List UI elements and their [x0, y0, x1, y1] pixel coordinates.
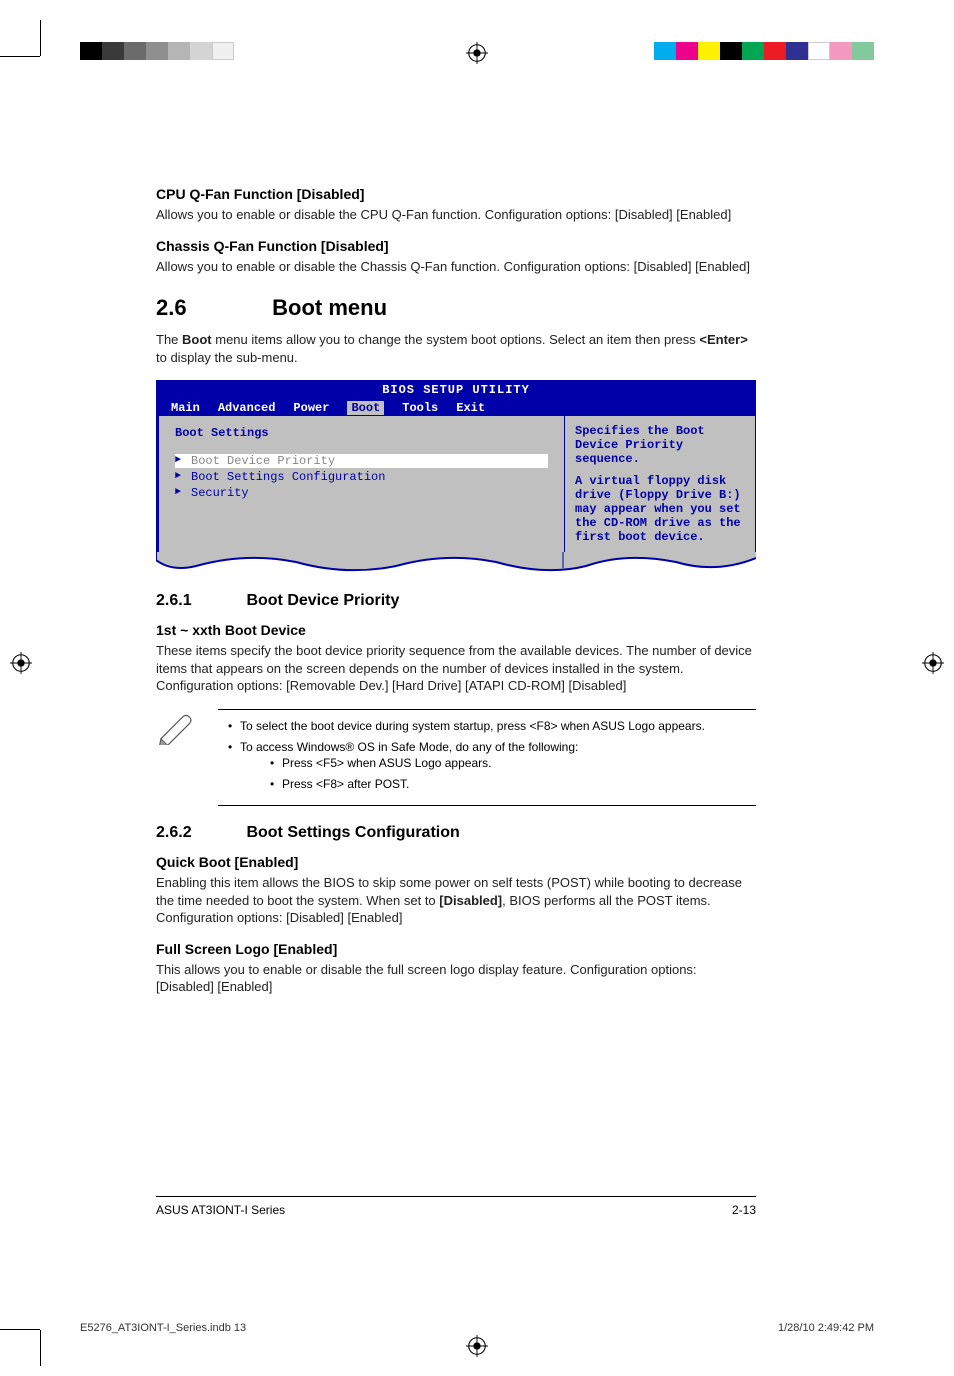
- subsection-title: Boot Device Priority: [246, 592, 399, 609]
- body-cpu-qfan: Allows you to enable or disable the CPU …: [156, 206, 756, 224]
- bios-menu-advanced[interactable]: Advanced: [218, 401, 276, 415]
- grayscale-strip: [80, 42, 234, 60]
- bios-menu-bar: Main Advanced Power Boot Tools Exit: [156, 400, 756, 416]
- registration-mark-icon: [10, 652, 32, 679]
- torn-edge-icon: [156, 552, 756, 574]
- print-marks-top: [0, 20, 954, 50]
- bios-item-boot-device-priority[interactable]: Boot Device Priority: [175, 454, 548, 468]
- bios-left-pane: Boot Settings Boot Device Priority Boot …: [159, 416, 565, 552]
- body-chassis-qfan: Allows you to enable or disable the Chas…: [156, 258, 756, 276]
- heading-quick-boot: Quick Boot [Enabled]: [156, 854, 756, 870]
- registration-mark-icon: [466, 42, 488, 69]
- note-item-1: To select the boot device during system …: [228, 718, 756, 735]
- body-boot-menu-intro: The Boot menu items allow you to change …: [156, 331, 756, 366]
- heading-boot-menu: 2.6 Boot menu: [156, 295, 756, 321]
- section-number: 2.6: [156, 295, 266, 321]
- heading-1st-xxth: 1st ~ xxth Boot Device: [156, 622, 756, 638]
- bios-help-pane: Specifies the Boot Device Priority seque…: [565, 416, 755, 552]
- bios-screenshot: BIOS SETUP UTILITY Main Advanced Power B…: [156, 380, 756, 574]
- body-boot-priority: These items specify the boot device prio…: [156, 642, 756, 695]
- registration-mark-icon: [922, 652, 944, 679]
- heading-full-screen-logo: Full Screen Logo [Enabled]: [156, 941, 756, 957]
- heading-cpu-qfan: CPU Q-Fan Function [Disabled]: [156, 186, 756, 202]
- bios-menu-power[interactable]: Power: [293, 401, 329, 415]
- heading-boot-settings-config: 2.6.2 Boot Settings Configuration: [156, 824, 756, 842]
- note-pen-icon: [156, 709, 196, 750]
- bios-pane-heading: Boot Settings: [175, 426, 548, 440]
- subsection-number: 2.6.1: [156, 592, 242, 610]
- bios-help-text-2: A virtual floppy disk drive (Floppy Driv…: [575, 474, 745, 544]
- heading-chassis-qfan: Chassis Q-Fan Function [Disabled]: [156, 238, 756, 254]
- bios-title: BIOS SETUP UTILITY: [156, 380, 756, 400]
- note-block: To select the boot device during system …: [156, 709, 756, 806]
- bios-menu-boot[interactable]: Boot: [347, 401, 384, 415]
- section-title: Boot menu: [272, 295, 387, 320]
- body-quick-boot: Enabling this item allows the BIOS to sk…: [156, 874, 756, 927]
- note-item-2: To access Windows® OS in Safe Mode, do a…: [228, 739, 756, 793]
- subsection-title: Boot Settings Configuration: [246, 824, 459, 841]
- bios-help-text-1: Specifies the Boot Device Priority seque…: [575, 424, 745, 466]
- registration-mark-icon: [466, 1335, 488, 1362]
- note-item-2b: Press <F8> after POST.: [270, 776, 756, 793]
- page-footer: ASUS AT3IONT-I Series 2-13: [156, 1196, 756, 1217]
- heading-boot-device-priority: 2.6.1 Boot Device Priority: [156, 592, 756, 610]
- note-item-2a: Press <F5> when ASUS Logo appears.: [270, 755, 756, 772]
- imposition-timestamp: 1/28/10 2:49:42 PM: [778, 1322, 874, 1334]
- body-full-screen-logo: This allows you to enable or disable the…: [156, 961, 756, 996]
- bios-item-security[interactable]: Security: [175, 486, 548, 500]
- footer-product: ASUS AT3IONT-I Series: [156, 1203, 285, 1217]
- bios-item-boot-settings-config[interactable]: Boot Settings Configuration: [175, 470, 548, 484]
- color-strip: [654, 42, 874, 60]
- bios-menu-tools[interactable]: Tools: [402, 401, 438, 415]
- subsection-number: 2.6.2: [156, 824, 242, 842]
- bios-menu-main[interactable]: Main: [171, 401, 200, 415]
- document-body: CPU Q-Fan Function [Disabled] Allows you…: [156, 180, 756, 1010]
- bios-menu-exit[interactable]: Exit: [456, 401, 485, 415]
- print-marks-bottom: E5276_AT3IONT-I_Series.indb 13 1/28/10 2…: [0, 1326, 954, 1366]
- note-content: To select the boot device during system …: [218, 709, 756, 806]
- footer-page-number: 2-13: [732, 1203, 756, 1217]
- imposition-filename: E5276_AT3IONT-I_Series.indb 13: [80, 1322, 246, 1334]
